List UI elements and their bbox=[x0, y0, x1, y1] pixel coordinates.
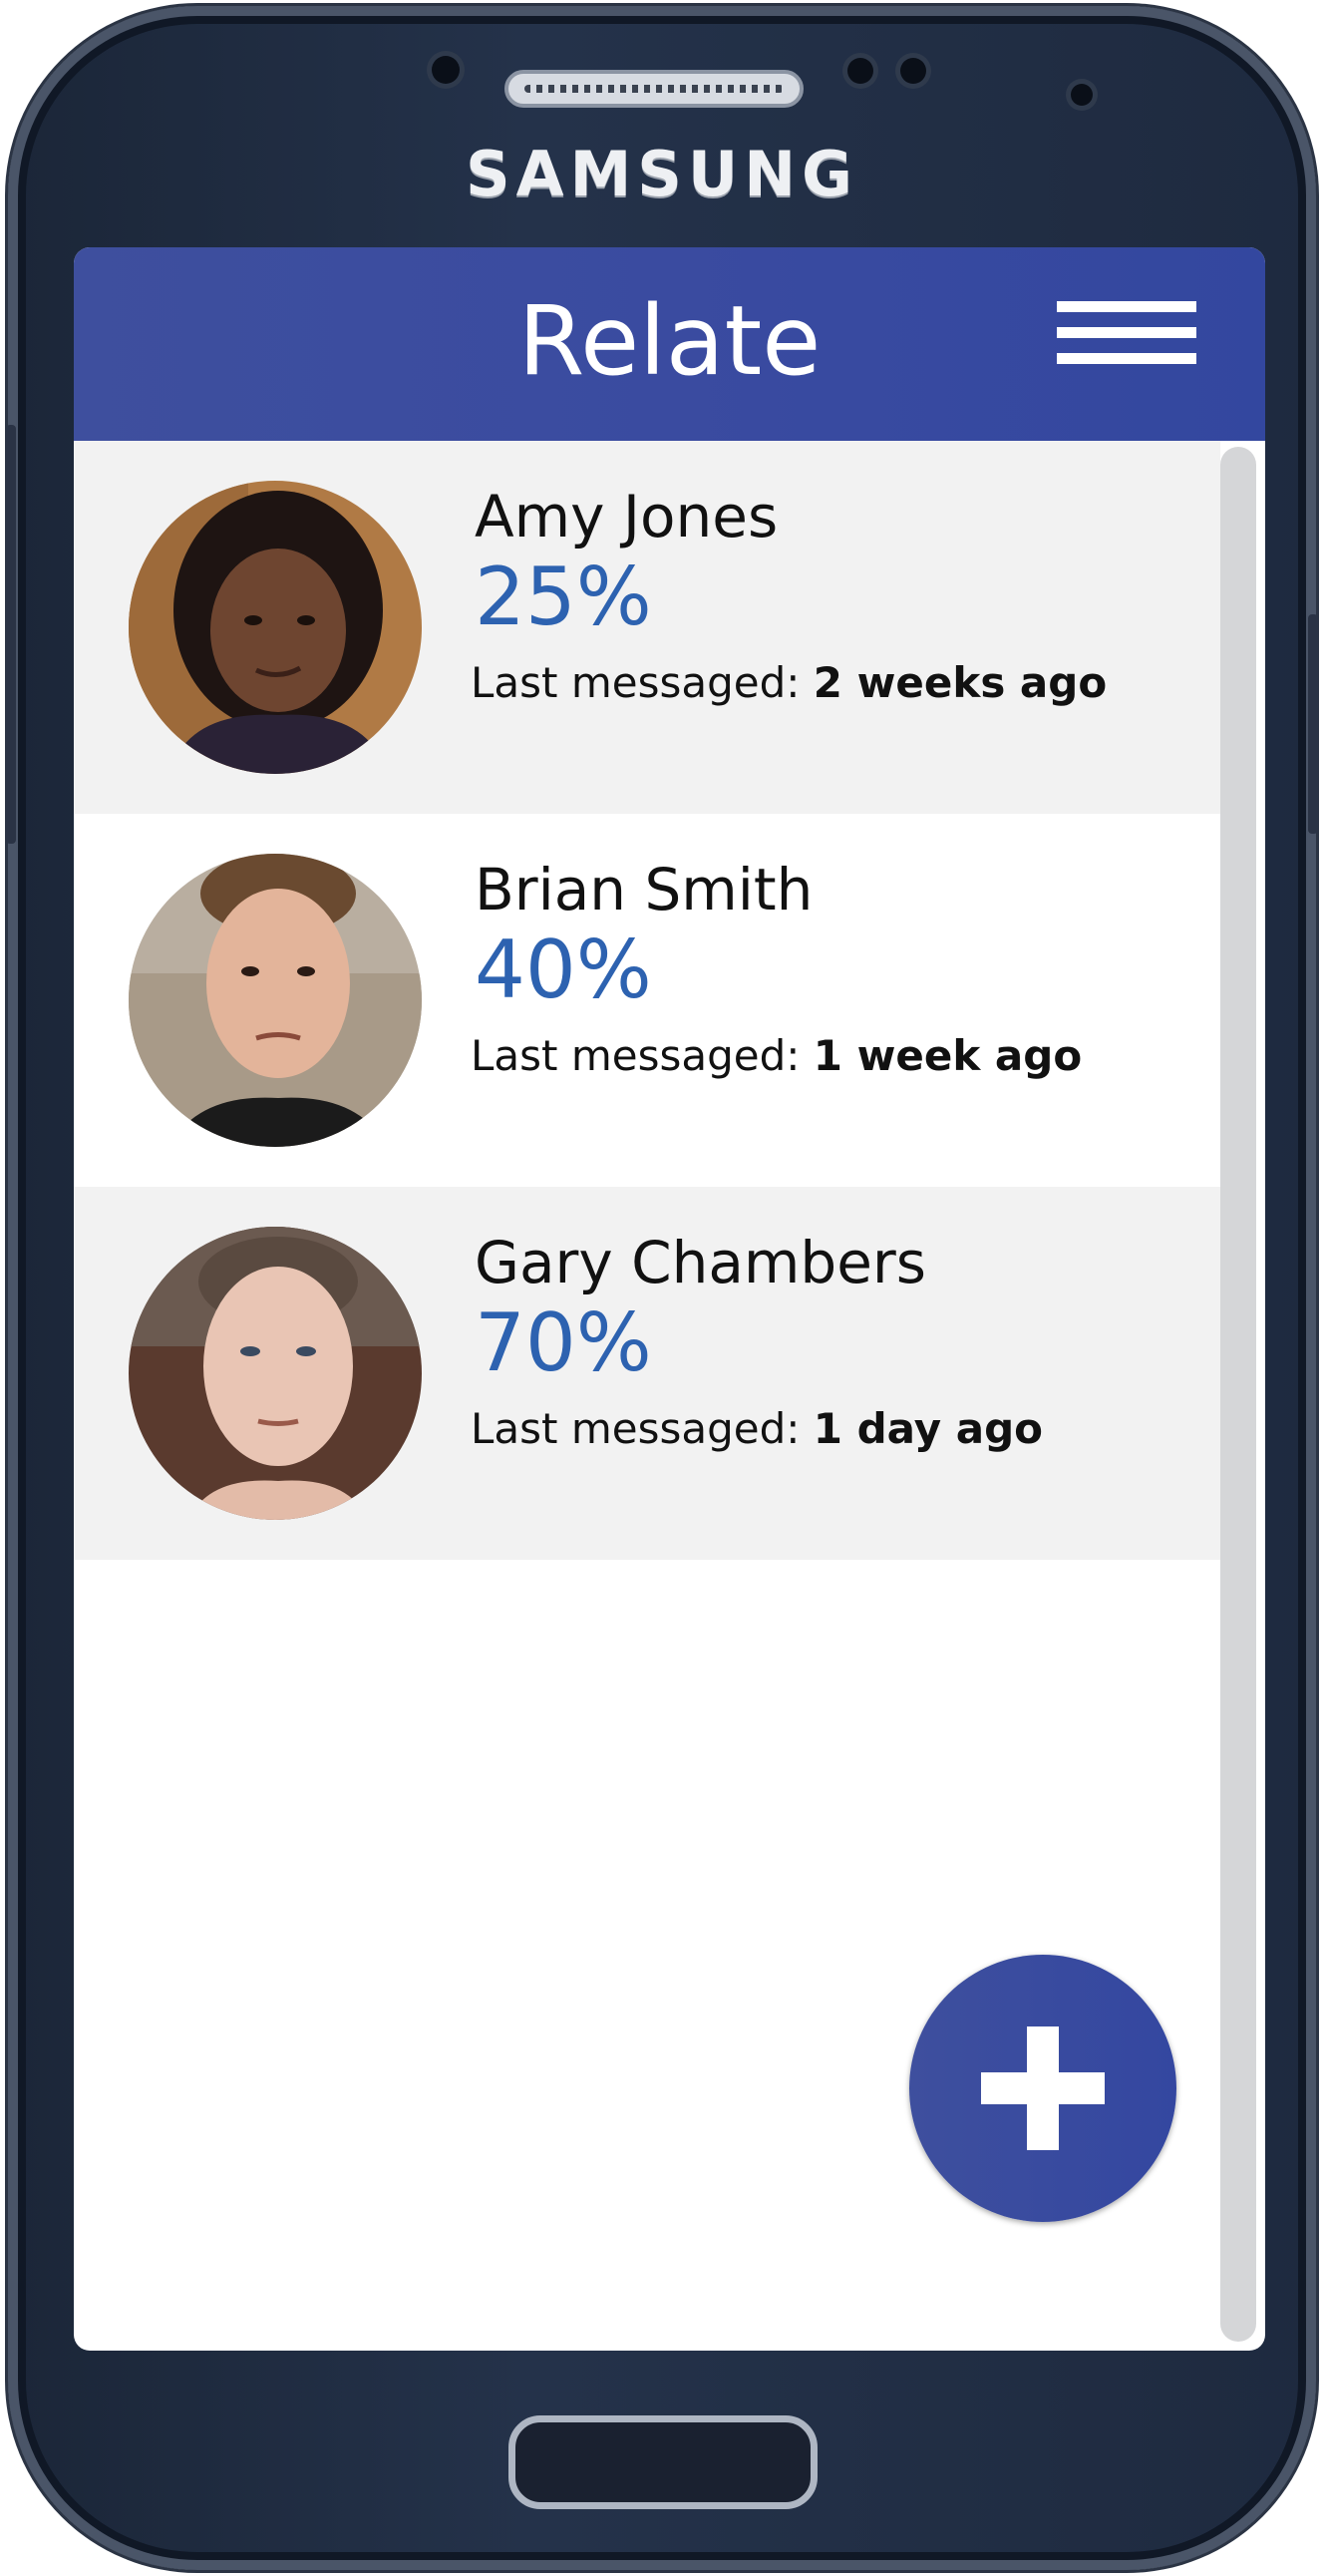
contact-row-brian-smith[interactable]: Brian Smith 40% Last messaged: 1 week ag… bbox=[74, 814, 1220, 1187]
home-button[interactable] bbox=[508, 2415, 818, 2509]
contact-name: Brian Smith bbox=[475, 856, 814, 923]
last-messaged: Last messaged: 2 weeks ago bbox=[471, 658, 1108, 707]
last-messaged: Last messaged: 1 day ago bbox=[471, 1404, 1043, 1453]
sensor-icon bbox=[847, 58, 873, 84]
device-brand-logo: SAMSUNG bbox=[465, 138, 859, 210]
contact-list: Amy Jones 25% Last messaged: 2 weeks ago bbox=[74, 441, 1220, 1560]
avatar-photo-icon bbox=[129, 1227, 422, 1520]
contact-row-amy-jones[interactable]: Amy Jones 25% Last messaged: 2 weeks ago bbox=[74, 441, 1220, 814]
avatar bbox=[129, 481, 422, 774]
sensor-icon bbox=[900, 58, 926, 84]
app-screen: Relate Amy Jones 25% Last messaged: 2 we… bbox=[74, 247, 1265, 2351]
volume-button bbox=[6, 425, 16, 844]
add-contact-button[interactable] bbox=[909, 1955, 1176, 2222]
power-button bbox=[1308, 614, 1318, 834]
avatar bbox=[129, 1227, 422, 1520]
phone-frame: SAMSUNG Relate Amy Jones 25% Last messag… bbox=[6, 6, 1318, 2570]
contact-row-gary-chambers[interactable]: Gary Chambers 70% Last messaged: 1 day a… bbox=[74, 1187, 1220, 1560]
app-bar: Relate bbox=[74, 247, 1265, 441]
earpiece-speaker bbox=[504, 70, 804, 108]
avatar bbox=[129, 854, 422, 1147]
relationship-percent: 40% bbox=[475, 923, 652, 1016]
hamburger-menu-icon[interactable] bbox=[1057, 301, 1196, 381]
front-camera-icon bbox=[1071, 84, 1093, 106]
relationship-percent: 70% bbox=[475, 1296, 652, 1389]
contact-name: Amy Jones bbox=[475, 483, 779, 551]
scrollbar[interactable] bbox=[1220, 447, 1256, 2342]
relationship-percent: 25% bbox=[475, 551, 652, 643]
last-messaged: Last messaged: 1 week ago bbox=[471, 1031, 1083, 1080]
sensor-icon bbox=[432, 56, 460, 84]
avatar-photo-icon bbox=[129, 854, 422, 1147]
avatar-photo-icon bbox=[129, 481, 422, 774]
contact-name: Gary Chambers bbox=[475, 1229, 926, 1296]
